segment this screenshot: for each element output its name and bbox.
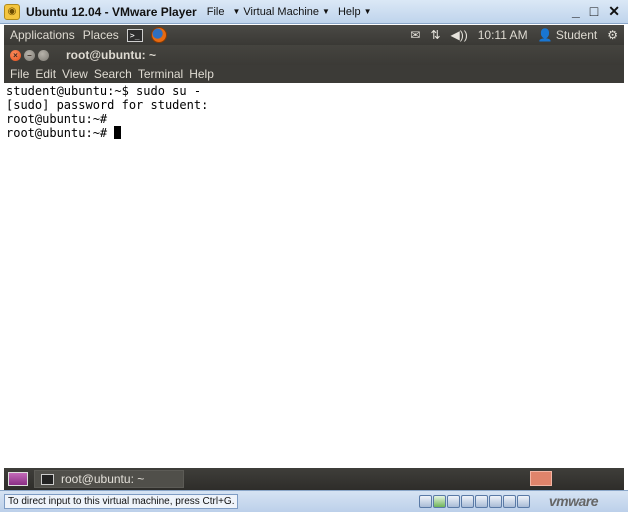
user-name: Student	[555, 28, 598, 42]
user-icon: 👤	[537, 28, 553, 42]
clock[interactable]: 10:11 AM	[478, 28, 528, 42]
vmware-menubar: File ▼ Virtual Machine ▼ Help ▼	[207, 6, 372, 18]
network-adapter-icon[interactable]	[461, 495, 474, 508]
terminal-menu-help[interactable]: Help	[189, 67, 214, 81]
terminal-menu-terminal[interactable]: Terminal	[138, 67, 183, 81]
terminal-output[interactable]: student@ubuntu:~$ sudo su - [sudo] passw…	[4, 83, 624, 468]
ubuntu-top-panel: Applications Places >_ ✉ ⇅ ◀)) 10:11 AM …	[4, 25, 624, 45]
vmware-window-title: Ubuntu 12.04 - VMware Player	[26, 4, 197, 19]
chevron-down-icon: ▼	[232, 7, 241, 16]
vmware-statusbar: To direct input to this virtual machine,…	[0, 490, 628, 512]
terminal-prompt-line: root@ubuntu:~#	[6, 126, 622, 140]
ubuntu-bottom-panel: root@ubuntu: ~	[4, 468, 624, 490]
terminal-menu-search[interactable]: Search	[94, 67, 132, 81]
vmware-titlebar: ◉ Ubuntu 12.04 - VMware Player File ▼ Vir…	[0, 0, 628, 24]
display-icon[interactable]	[517, 495, 530, 508]
chevron-down-icon: ▼	[363, 7, 372, 16]
terminal-line: student@ubuntu:~$ sudo su -	[6, 84, 202, 98]
sound-icon[interactable]	[489, 495, 502, 508]
input-hint: To direct input to this virtual machine,…	[4, 494, 239, 509]
taskbar-window-button[interactable]: root@ubuntu: ~	[34, 470, 184, 488]
terminal-prompt: root@ubuntu:~#	[6, 126, 108, 140]
terminal-menu-view[interactable]: View	[62, 67, 88, 81]
terminal-launcher-icon[interactable]: >_	[126, 28, 143, 42]
ubuntu-vm-icon: ◉	[4, 3, 20, 20]
minimize-button[interactable]: _	[572, 3, 580, 20]
user-menu[interactable]: 👤 Student	[538, 28, 598, 42]
vmware-menu-file-label: File	[206, 5, 225, 18]
firefox-launcher-icon[interactable]	[150, 27, 167, 43]
terminal-title: root@ubuntu: ~	[66, 48, 157, 62]
network-icon[interactable]: ⇅	[430, 28, 440, 42]
chevron-down-icon: ▼	[322, 7, 330, 16]
applications-menu[interactable]: Applications	[10, 28, 75, 42]
device-icons	[419, 495, 530, 508]
vmware-menu-vm-label: Virtual Machine	[243, 5, 320, 18]
indicator-area: ✉ ⇅ ◀)) 10:11 AM 👤 Student ⚙	[410, 25, 618, 45]
places-menu[interactable]: Places	[83, 28, 119, 42]
terminal-menubar: File Edit View Search Terminal Help	[4, 65, 624, 83]
vmware-menu-help[interactable]: Help ▼	[338, 6, 372, 18]
hard-disk-icon[interactable]	[419, 495, 432, 508]
power-gear-icon[interactable]: ⚙	[607, 28, 618, 42]
cdrom-icon[interactable]	[433, 495, 446, 508]
terminal-minimize-button[interactable]: –	[24, 49, 35, 61]
printer-icon[interactable]	[503, 495, 516, 508]
vmware-logo: vmware	[548, 493, 599, 509]
terminal-titlebar[interactable]: × – root@ubuntu: ~	[4, 45, 624, 65]
vmware-menu-file[interactable]: File	[207, 6, 225, 18]
maximize-button[interactable]: □	[590, 3, 598, 20]
vmware-window-controls: _ □ ✕	[572, 3, 620, 20]
vmware-menu-help-label: Help	[337, 5, 361, 18]
taskbar-window-label: root@ubuntu: ~	[61, 472, 145, 486]
vmware-menu-virtual-machine[interactable]: ▼ Virtual Machine ▼	[232, 6, 329, 18]
close-button[interactable]: ✕	[608, 3, 620, 20]
terminal-maximize-button[interactable]	[38, 49, 49, 61]
terminal-close-button[interactable]: ×	[10, 49, 21, 61]
text-cursor	[114, 126, 122, 139]
usb-icon[interactable]	[475, 495, 488, 508]
terminal-line: root@ubuntu:~#	[6, 112, 108, 126]
volume-icon[interactable]: ◀))	[451, 28, 468, 42]
workspace-switcher[interactable]	[530, 471, 552, 486]
show-desktop-button[interactable]	[8, 472, 28, 486]
vm-screen[interactable]: Applications Places >_ ✉ ⇅ ◀)) 10:11 AM …	[4, 25, 624, 490]
terminal-line: [sudo] password for student:	[6, 98, 209, 112]
terminal-icon	[41, 473, 54, 485]
mail-icon[interactable]: ✉	[410, 28, 420, 42]
terminal-menu-file[interactable]: File	[10, 67, 29, 81]
terminal-menu-edit[interactable]: Edit	[35, 67, 56, 81]
floppy-icon[interactable]	[447, 495, 460, 508]
